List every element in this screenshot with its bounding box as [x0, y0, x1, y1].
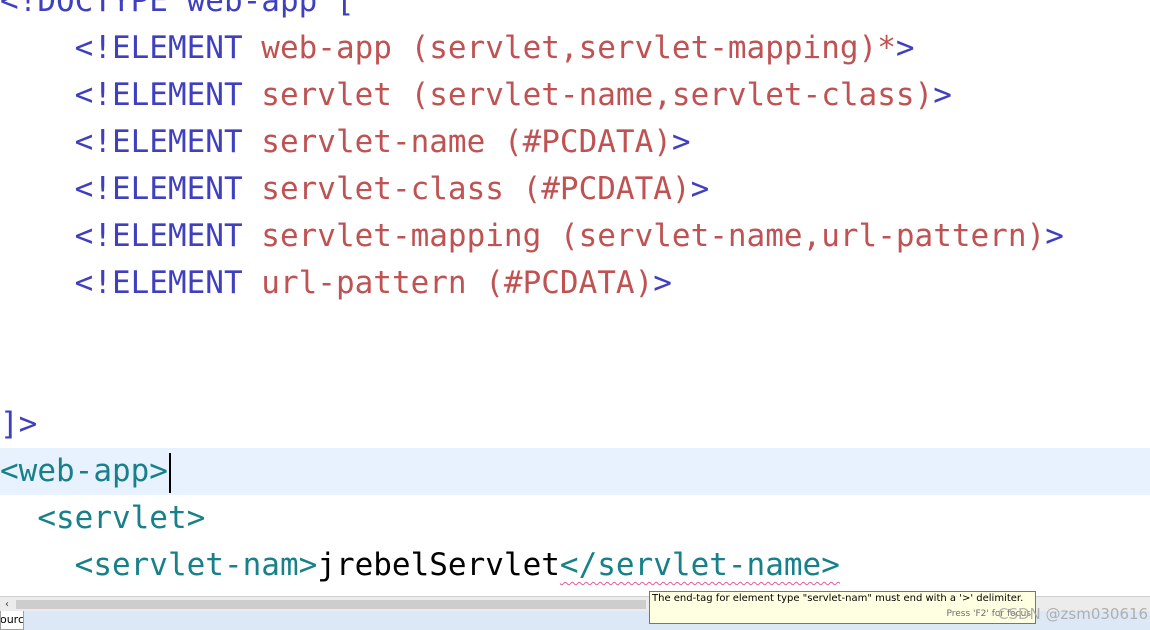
- code-editor[interactable]: <!DOCTYPE web-app [ <!ELEMENT web-app (s…: [0, 0, 1150, 596]
- code-token: (servlet-name,url-pattern): [559, 218, 1046, 254]
- scroll-left-icon[interactable]: ‹: [0, 597, 14, 612]
- code-token: servlet: [261, 77, 411, 113]
- code-token: >: [690, 171, 710, 207]
- code-token: <!ELEMENT: [0, 77, 262, 113]
- code-token: servlet-name: [261, 124, 504, 160]
- code-token: <!ELEMENT: [0, 218, 262, 254]
- error-tooltip: The end-tag for element type "servlet-na…: [649, 591, 1036, 624]
- code-token: >: [653, 265, 672, 301]
- code-line[interactable]: <!ELEMENT url-pattern (#PCDATA)>: [0, 260, 672, 307]
- code-token: <!DOCTYPE web-app [: [0, 0, 355, 19]
- code-token: <!ELEMENT: [0, 171, 262, 207]
- code-line[interactable]: <!DOCTYPE web-app [: [0, 0, 355, 25]
- tooltip-message: The end-tag for element type "servlet-na…: [652, 593, 1024, 604]
- code-line[interactable]: ]>: [0, 401, 37, 448]
- code-token: url-pattern: [261, 265, 486, 301]
- code-token: <!ELEMENT: [0, 265, 262, 301]
- code-token: <!ELEMENT: [0, 30, 262, 66]
- code-token: <web-app>: [0, 453, 168, 489]
- code-line[interactable]: <!ELEMENT servlet-mapping (servlet-name,…: [0, 213, 1064, 260]
- code-token: servlet-class: [261, 171, 523, 207]
- code-token: servlet-mapping: [261, 218, 560, 254]
- code-token: web-app: [261, 30, 411, 66]
- code-token: >: [671, 124, 691, 160]
- code-token: >: [933, 77, 952, 113]
- code-token: (#PCDATA): [503, 124, 672, 160]
- code-line[interactable]: <!ELEMENT servlet (servlet-name,servlet-…: [0, 72, 952, 119]
- code-token: <servlet>: [0, 500, 206, 536]
- code-token: jrebelServlet: [317, 547, 560, 583]
- scrollbar-thumb[interactable]: [16, 600, 646, 609]
- watermark: CSDN @zsm030616: [998, 605, 1149, 623]
- text-caret: [168, 452, 171, 493]
- code-token: <servlet-nam>: [0, 547, 318, 583]
- code-line[interactable]: <servlet-nam>jrebelServlet</servlet-name…: [0, 542, 840, 589]
- code-line[interactable]: <!ELEMENT web-app (servlet,servlet-mappi…: [0, 25, 915, 72]
- code-token: (#PCDATA): [522, 171, 691, 207]
- code-token: <!ELEMENT: [0, 124, 262, 160]
- code-token: ]>: [0, 406, 38, 442]
- tab-source[interactable]: Source: [0, 611, 24, 630]
- code-token: >: [895, 30, 915, 66]
- code-line[interactable]: <servlet>: [0, 495, 205, 542]
- code-line[interactable]: <web-app>: [0, 448, 1150, 495]
- code-line[interactable]: <!ELEMENT servlet-name (#PCDATA)>: [0, 119, 691, 166]
- error-token: </servlet-name>: [559, 547, 840, 583]
- code-token: (servlet-name,servlet-class): [410, 77, 934, 113]
- code-line[interactable]: <!ELEMENT servlet-class (#PCDATA)>: [0, 166, 710, 213]
- code-token: (#PCDATA): [485, 265, 654, 301]
- code-token: >: [1045, 218, 1064, 254]
- code-token: (servlet,servlet-mapping)*: [410, 30, 896, 66]
